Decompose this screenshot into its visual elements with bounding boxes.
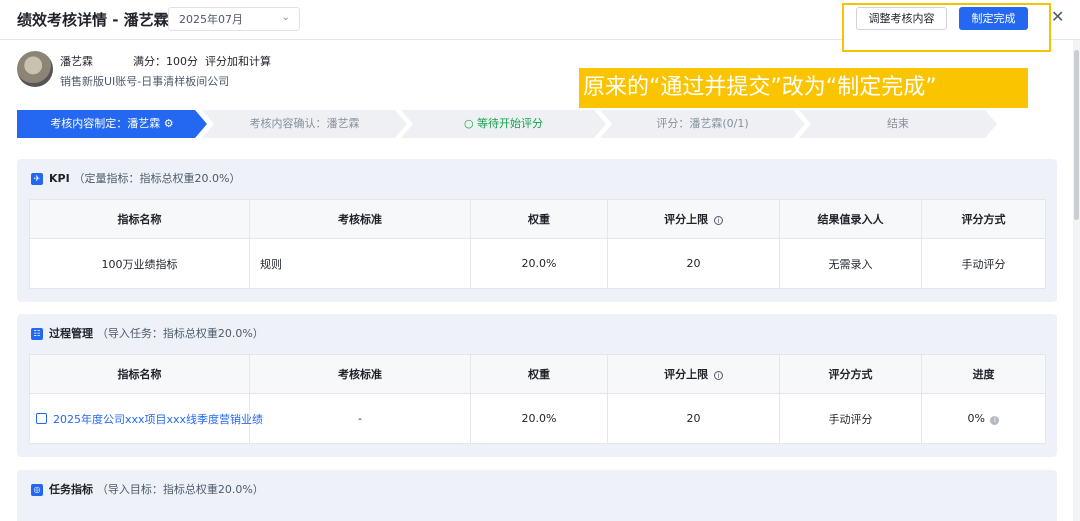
step-end[interactable]: 结束 xyxy=(799,110,997,138)
kpi-subtitle: （定量指标：指标总权重20.0%） xyxy=(73,172,241,185)
chevron-down-icon: ⌄ xyxy=(281,12,290,23)
info-icon[interactable]: i xyxy=(990,416,1000,425)
process-icon: ☷ xyxy=(31,328,43,340)
col-header: 评分方式 xyxy=(779,354,922,394)
cell-weight: 20.0% xyxy=(470,238,608,289)
adjust-content-button[interactable]: 调整考核内容 xyxy=(856,7,947,30)
col-header: 评分方式 xyxy=(921,199,1046,239)
progress-steps: 考核内容制定：潘艺霖 ⚙ 考核内容确认：潘艺霖 ○ 等待开始评分 评分：潘艺霖(… xyxy=(17,110,997,138)
col-header: 指标名称 xyxy=(29,354,250,394)
kpi-header: ✈ KPI （定量指标：指标总权重20.0%） xyxy=(29,159,1045,199)
process-title: 过程管理 xyxy=(49,327,93,340)
avatar xyxy=(17,51,53,87)
col-header: 权重 xyxy=(470,354,608,394)
cell-standard: - xyxy=(249,393,471,444)
info-icon[interactable]: i xyxy=(713,371,723,380)
task-title: 任务指标 xyxy=(49,483,93,496)
process-header: ☷ 过程管理 （导入任务：指标总权重20.0%） xyxy=(29,314,1045,354)
score-rule: 评分加和计算 xyxy=(205,55,271,68)
col-header: 评分上限 i xyxy=(607,199,780,239)
process-table: 指标名称 考核标准 权重 评分上限 i 评分方式 进度 2025年度公司xxx项… xyxy=(29,354,1046,444)
task-section-icon: ◎ xyxy=(31,484,43,496)
cell-task-link[interactable]: 2025年度公司xxx项目xxx线季度营销业绩 xyxy=(29,393,263,444)
kpi-table: 指标名称 考核标准 权重 评分上限 i 结果值录入人 评分方式 100万业绩指标… xyxy=(29,199,1046,289)
month-select[interactable]: 2025年07月 ⌄ xyxy=(168,7,300,31)
process-section: ☷ 过程管理 （导入任务：指标总权重20.0%） 指标名称 考核标准 权重 评分… xyxy=(17,314,1057,457)
full-score: 满分：100分 xyxy=(133,55,198,68)
task-section: ◎ 任务指标 （导入目标：指标总权重20.0%） xyxy=(17,470,1057,521)
task-icon xyxy=(36,412,47,424)
cell-weight: 20.0% xyxy=(470,393,608,444)
close-icon[interactable]: ✕ xyxy=(1051,7,1064,26)
cell-score-method: 手动评分 xyxy=(921,238,1046,289)
user-department: 销售新版UI账号-日事清样板间公司 xyxy=(60,75,230,88)
col-header: 评分上限 i xyxy=(607,354,780,394)
col-header: 权重 xyxy=(470,199,608,239)
month-value: 2025年07月 xyxy=(179,13,243,26)
col-header: 结果值录入人 xyxy=(779,199,922,239)
col-header: 考核标准 xyxy=(249,354,471,394)
task-header: ◎ 任务指标 （导入目标：指标总权重20.0%） xyxy=(29,470,1045,510)
table-header-row: 指标名称 考核标准 权重 评分上限 i 结果值录入人 评分方式 xyxy=(29,199,1046,239)
step-scoring[interactable]: 评分：潘艺霖(0/1) xyxy=(600,110,805,138)
table-header-row: 指标名称 考核标准 权重 评分上限 i 评分方式 进度 xyxy=(29,354,1046,394)
process-subtitle: （导入任务：指标总权重20.0%） xyxy=(96,327,264,340)
cell-score-limit: 20 xyxy=(607,393,780,444)
info-icon[interactable]: i xyxy=(713,216,723,225)
cell-standard: 规则 xyxy=(249,238,471,289)
step-content-define[interactable]: 考核内容制定：潘艺霖 ⚙ xyxy=(17,110,207,138)
cell-score-method: 手动评分 xyxy=(779,393,922,444)
col-header: 考核标准 xyxy=(249,199,471,239)
table-row[interactable]: 100万业绩指标 规则 20.0% 20 无需录入 手动评分 xyxy=(29,238,1046,289)
cell-indicator-name: 100万业绩指标 xyxy=(29,238,250,289)
cell-score-limit: 20 xyxy=(607,238,780,289)
scrollbar-thumb[interactable] xyxy=(1074,50,1079,220)
cell-progress: 0% i xyxy=(921,393,1046,444)
col-header: 指标名称 xyxy=(29,199,250,239)
table-row[interactable]: 2025年度公司xxx项目xxx线季度营销业绩 - 20.0% 20 手动评分 … xyxy=(29,393,1046,444)
step-waiting[interactable]: ○ 等待开始评分 xyxy=(401,110,606,138)
user-name: 潘艺霖 xyxy=(60,55,93,68)
step-content-confirm[interactable]: 考核内容确认：潘艺霖 xyxy=(202,110,407,138)
finish-button[interactable]: 制定完成 xyxy=(959,7,1028,30)
col-header: 进度 xyxy=(921,354,1046,394)
annotation-banner: 原来的“通过并提交”改为“制定完成” xyxy=(579,68,1028,108)
task-subtitle: （导入目标：指标总权重20.0%） xyxy=(96,483,264,496)
kpi-section: ✈ KPI （定量指标：指标总权重20.0%） 指标名称 考核标准 权重 评分上… xyxy=(17,159,1057,302)
kpi-icon: ✈ xyxy=(31,173,43,185)
cell-result-entry: 无需录入 xyxy=(779,238,922,289)
page-title: 绩效考核详情 - 潘艺霖 xyxy=(17,11,169,29)
kpi-title: KPI xyxy=(49,172,70,185)
